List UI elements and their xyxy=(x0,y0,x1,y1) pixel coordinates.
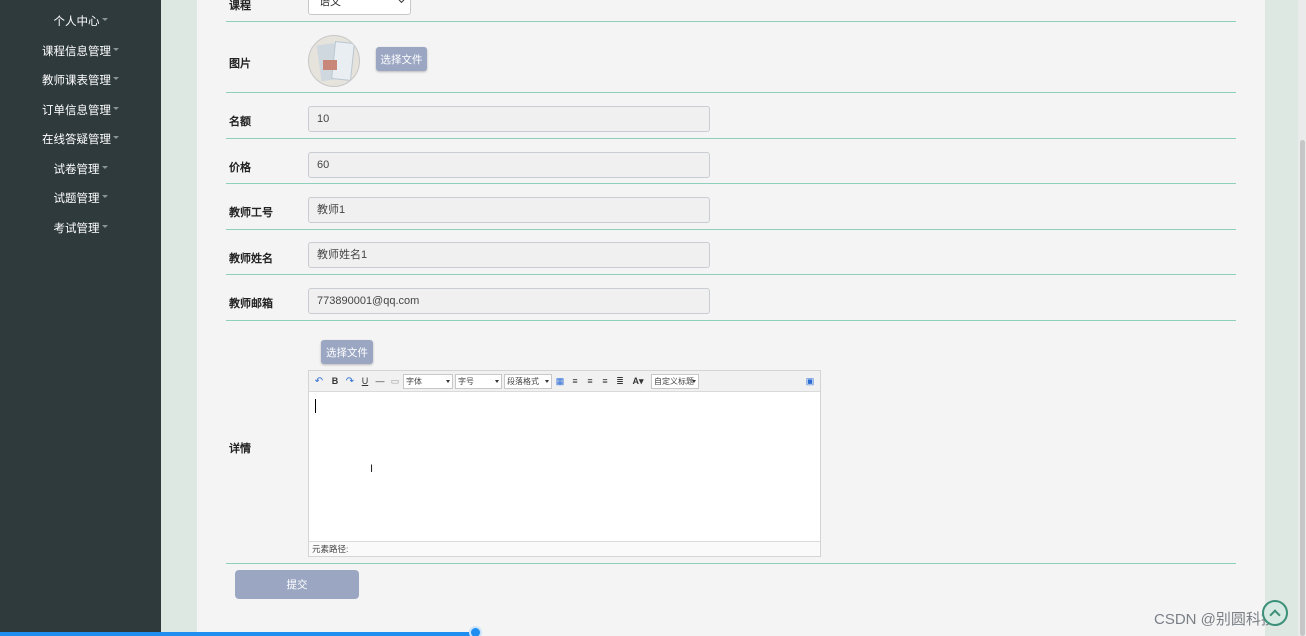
sidebar-item-label: 课程信息管理 xyxy=(42,46,111,58)
divider xyxy=(226,183,1236,184)
align-justify-icon[interactable]: ≣ xyxy=(615,374,625,388)
editor-toolbar: ↶ B ↷ U — ▭ 字体 字号 段落格式 ▦ ≡ ≡ ≡ ≣ A▾ 自定义标… xyxy=(309,371,820,392)
underline-icon[interactable]: U xyxy=(360,374,370,388)
price-input[interactable]: 60 xyxy=(308,152,710,178)
image-label: 图片 xyxy=(229,58,251,70)
chevron-down-icon xyxy=(113,135,119,139)
progress-handle[interactable] xyxy=(469,626,482,636)
divider xyxy=(226,138,1236,139)
align-left-icon[interactable]: ≡ xyxy=(570,374,580,388)
sidebar-item-label: 试题管理 xyxy=(53,193,100,205)
quota-input[interactable]: 10 xyxy=(308,106,710,132)
divider xyxy=(226,320,1236,321)
chevron-down-icon xyxy=(113,76,119,80)
submit-button[interactable]: 提交 xyxy=(235,570,359,599)
fullscreen-icon[interactable]: ▣ xyxy=(805,374,815,388)
teacher-id-label: 教师工号 xyxy=(229,207,273,219)
sidebar-item-profile[interactable]: 个人中心 xyxy=(0,9,161,33)
back-to-top-icon[interactable] xyxy=(1262,600,1288,626)
ibeam-cursor-icon: I xyxy=(370,463,374,475)
font-family-label: 字体 xyxy=(406,377,422,386)
image-preview xyxy=(308,35,360,87)
sidebar-item-courses[interactable]: 课程信息管理 xyxy=(0,39,161,63)
editor-content-area[interactable]: I xyxy=(309,393,820,541)
chevron-down-icon xyxy=(101,17,108,21)
price-label: 价格 xyxy=(229,162,251,174)
align-center-icon[interactable]: ≡ xyxy=(600,374,610,388)
undo-icon[interactable]: ↶ xyxy=(314,374,324,388)
scrollbar-thumb[interactable] xyxy=(1300,140,1305,636)
font-family-select[interactable]: 字体 xyxy=(403,374,453,389)
teacher-email-input[interactable]: 773890001@qq.com xyxy=(308,288,710,314)
horizontal-rule-icon[interactable]: — xyxy=(375,374,385,388)
video-progress-bar[interactable] xyxy=(0,632,476,636)
sidebar-item-label: 在线答疑管理 xyxy=(42,134,111,146)
paragraph-format-select[interactable]: 段落格式 xyxy=(504,374,552,389)
rich-text-editor[interactable]: ↶ B ↷ U — ▭ 字体 字号 段落格式 ▦ ≡ ≡ ≡ ≣ A▾ 自定义标… xyxy=(308,370,821,557)
element-path-bar: 元素路径: xyxy=(309,541,820,556)
font-color-icon[interactable]: A▾ xyxy=(631,374,645,388)
divider xyxy=(226,274,1236,275)
sidebar-item-label: 考试管理 xyxy=(53,223,100,235)
align-right-icon[interactable]: ≡ xyxy=(585,374,595,388)
bold-icon[interactable]: B xyxy=(330,374,340,388)
sidebar-item-questions[interactable]: 试题管理 xyxy=(0,186,161,210)
custom-heading-label: 自定义标题 xyxy=(654,377,694,386)
chevron-down-icon xyxy=(101,224,108,228)
chevron-down-icon xyxy=(113,47,119,51)
custom-heading-select[interactable]: 自定义标题 xyxy=(651,374,699,389)
sidebar-item-schedule[interactable]: 教师课表管理 xyxy=(0,68,161,92)
sidebar-item-exams[interactable]: 考试管理 xyxy=(0,216,161,240)
teacher-id-input[interactable]: 教师1 xyxy=(308,197,710,223)
chevron-down-icon xyxy=(397,0,406,4)
sidebar: 个人中心 课程信息管理 教师课表管理 订单信息管理 在线答疑管理 试卷管理 试题… xyxy=(0,0,161,636)
table-icon[interactable]: ▦ xyxy=(555,374,565,388)
teacher-email-label: 教师邮箱 xyxy=(229,298,273,310)
chevron-down-icon xyxy=(101,165,108,169)
divider xyxy=(226,92,1236,93)
paste-icon[interactable]: ▭ xyxy=(390,374,400,388)
sidebar-item-label: 试卷管理 xyxy=(53,164,100,176)
quota-label: 名额 xyxy=(229,116,251,128)
detail-choose-file-button[interactable]: 选择文件 xyxy=(321,340,373,364)
font-size-select[interactable]: 字号 xyxy=(455,374,502,389)
sidebar-item-label: 个人中心 xyxy=(53,16,100,28)
detail-label: 详情 xyxy=(229,443,251,455)
chevron-down-icon xyxy=(101,194,108,198)
sidebar-item-label: 订单信息管理 xyxy=(42,105,111,117)
sidebar-item-papers[interactable]: 试卷管理 xyxy=(0,157,161,181)
divider xyxy=(226,21,1236,22)
course-select-value: 语文 xyxy=(319,0,341,8)
course-label: 课程 xyxy=(229,0,251,12)
image-choose-file-button[interactable]: 选择文件 xyxy=(376,47,427,71)
teacher-name-label: 教师姓名 xyxy=(229,253,273,265)
course-select[interactable]: 语文 xyxy=(308,0,411,15)
text-cursor xyxy=(315,399,316,413)
sidebar-item-label: 教师课表管理 xyxy=(42,75,111,87)
divider xyxy=(226,563,1236,564)
paragraph-format-label: 段落格式 xyxy=(507,377,539,386)
sidebar-item-orders[interactable]: 订单信息管理 xyxy=(0,98,161,122)
redo-icon[interactable]: ↷ xyxy=(345,374,355,388)
sidebar-item-qa[interactable]: 在线答疑管理 xyxy=(0,127,161,151)
chevron-down-icon xyxy=(113,106,119,110)
teacher-name-input[interactable]: 教师姓名1 xyxy=(308,242,710,268)
divider xyxy=(226,229,1236,230)
font-size-label: 字号 xyxy=(458,377,474,386)
watermark: CSDN @别圆科技 xyxy=(1154,611,1276,628)
